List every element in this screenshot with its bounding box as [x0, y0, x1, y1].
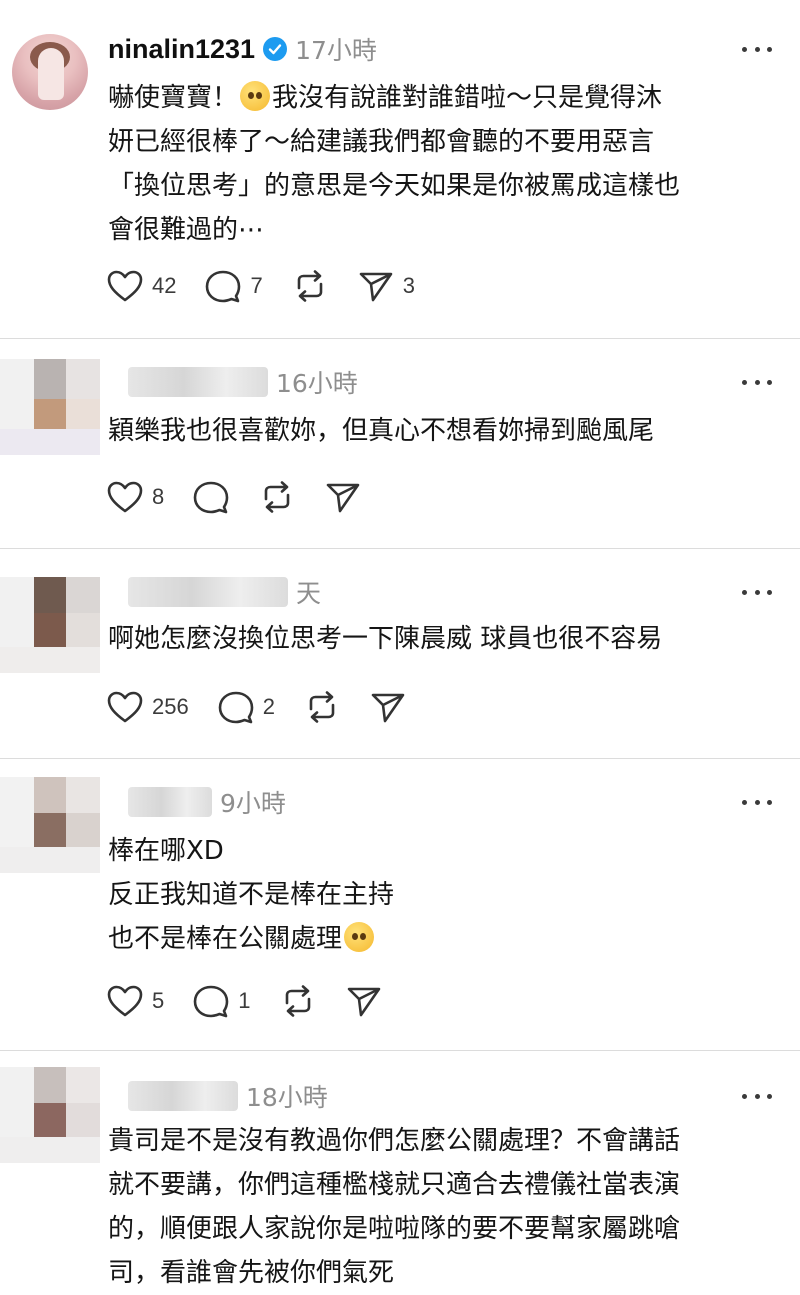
more-options-icon[interactable] [742, 377, 772, 387]
like-count: 5 [152, 988, 165, 1013]
send-icon [359, 272, 393, 302]
more-options-icon[interactable] [742, 44, 772, 54]
avatar[interactable] [0, 577, 100, 673]
avatar[interactable] [0, 777, 100, 873]
post-header: 18小時 [128, 1079, 328, 1113]
post-header: 9小時 [128, 785, 286, 819]
comment-icon [193, 481, 229, 514]
action-bar: 5 1 [106, 981, 411, 1021]
like-button[interactable]: 5 [106, 984, 164, 1018]
username-blurred[interactable] [128, 577, 288, 607]
post-text: 啊她怎麼沒換位思考一下陳晨威 球員也很不容易 [108, 624, 663, 654]
heart-icon [107, 481, 143, 513]
timestamp: 18小時 [246, 1083, 328, 1112]
action-bar: 8 [106, 477, 390, 517]
share-button[interactable]: 3 [357, 268, 415, 304]
repost-icon [264, 481, 290, 513]
send-icon [326, 483, 360, 513]
send-icon [371, 693, 405, 723]
reply-post: 天 啊她怎麼沒換位思考一下陳晨威 球員也很不容易 256 2 [0, 549, 800, 757]
action-bar: 42 7 3 [106, 266, 443, 306]
more-options-icon[interactable] [742, 1091, 772, 1101]
pleading-face-icon [240, 81, 271, 111]
repost-icon [285, 985, 310, 1017]
post-header: 天 [128, 575, 321, 609]
comment-icon [218, 691, 254, 724]
reply-count: 1 [238, 988, 251, 1013]
repost-button[interactable] [258, 479, 296, 515]
timestamp: 16小時 [276, 369, 358, 398]
heart-icon [107, 691, 143, 723]
post-text: 穎樂我也很喜歡妳，但真心不想看妳掃到颱風尾 [108, 416, 655, 446]
reply-button[interactable]: 1 [192, 983, 251, 1019]
relieved-face-icon [344, 922, 375, 952]
like-button[interactable]: 256 [106, 690, 189, 724]
post-text-part1: 嚇使寶寶！ [108, 83, 239, 113]
post-main: ninalin1231 17小時 嚇使寶寶！ 我沒有說誰對誰錯啦～只是覺得沐 妍已… [0, 0, 800, 338]
like-button[interactable]: 42 [106, 269, 176, 303]
share-count: 3 [402, 273, 415, 298]
username[interactable]: ninalin1231 [108, 34, 255, 65]
more-options-icon[interactable] [742, 587, 772, 597]
reply-post: 18小時 貴司是不是沒有教過你們怎麼公關處理？不會講話 就不要講，你們這種檻棧就… [0, 1051, 800, 1292]
repost-icon [309, 691, 335, 723]
reply-count: 7 [250, 273, 263, 298]
post-header: 16小時 [128, 365, 358, 399]
share-button[interactable] [369, 689, 407, 725]
reply-button[interactable]: 2 [217, 689, 275, 725]
share-button[interactable] [324, 479, 362, 515]
comment-icon [193, 985, 229, 1018]
avatar[interactable] [0, 1067, 100, 1163]
username-blurred[interactable] [128, 367, 268, 397]
post-text: 棒在哪XD 反正我知道不是棒在主持 也不是棒在公關處理 [108, 829, 768, 961]
like-count: 8 [152, 484, 165, 509]
like-count: 256 [152, 694, 189, 719]
timestamp: 9小時 [220, 789, 286, 818]
more-options-icon[interactable] [742, 797, 772, 807]
reply-post: 16小時 穎樂我也很喜歡妳，但真心不想看妳掃到颱風尾 8 [0, 339, 800, 547]
share-button[interactable] [345, 983, 383, 1019]
action-bar: 256 2 [106, 687, 435, 727]
timestamp: 天 [296, 579, 322, 608]
comment-icon [206, 270, 241, 303]
reply-button[interactable] [192, 479, 230, 515]
username-blurred[interactable] [128, 1081, 238, 1111]
reply-count: 2 [262, 694, 275, 719]
heart-icon [107, 270, 143, 302]
verified-badge-icon [263, 37, 288, 61]
repost-button[interactable] [279, 983, 317, 1019]
repost-icon [297, 270, 323, 302]
reply-button[interactable]: 7 [204, 268, 263, 304]
post-header: ninalin1231 17小時 [108, 32, 377, 66]
repost-button[interactable] [291, 268, 329, 304]
like-button[interactable]: 8 [106, 480, 164, 514]
username-blurred[interactable] [128, 787, 212, 817]
avatar[interactable] [0, 359, 100, 455]
avatar[interactable] [12, 34, 88, 110]
repost-button[interactable] [303, 689, 341, 725]
post-text: 嚇使寶寶！ 我沒有說誰對誰錯啦～只是覺得沐 妍已經很棒了～給建議我們都會聽的不要用… [108, 76, 768, 252]
timestamp: 17小時 [295, 36, 377, 65]
post-text: 貴司是不是沒有教過你們怎麼公關處理？不會講話 就不要講，你們這種檻棧就只適合去禮… [108, 1126, 681, 1288]
like-count: 42 [152, 273, 177, 298]
heart-icon [107, 985, 143, 1017]
send-icon [347, 987, 380, 1017]
reply-post: 9小時 棒在哪XD 反正我知道不是棒在主持 也不是棒在公關處理 5 1 [0, 759, 800, 1049]
